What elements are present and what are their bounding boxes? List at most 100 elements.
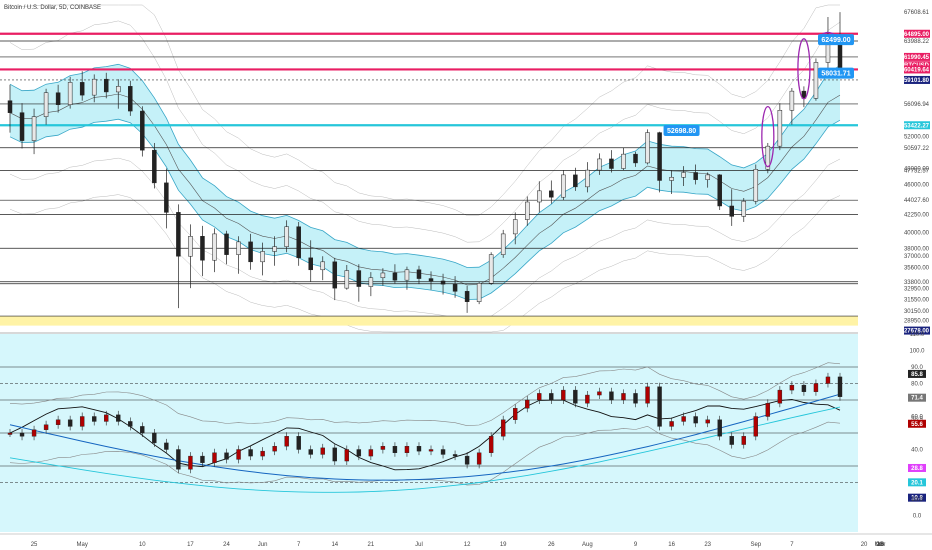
price-tick-label: 50597.22 (904, 146, 930, 152)
price-candle (813, 62, 819, 99)
price-tick-label: 38000.00 (904, 246, 930, 252)
oscillator-candle (43, 424, 49, 430)
oscillator-candle (609, 391, 614, 401)
oscillator-candle (248, 449, 253, 457)
oscillator-candle (645, 386, 650, 404)
oscillator-candle (801, 384, 807, 392)
chart-title: Bitcoin / U.S. Dollar, 5D, COINBASE (4, 5, 101, 11)
osc-tag-label: 85.8 (911, 372, 923, 378)
price-candle (284, 226, 289, 247)
osc-tag-label: 28.8 (911, 466, 923, 472)
price-candle (512, 219, 518, 235)
price-tick-label: 35600.00 (904, 265, 930, 271)
time-tick-label: Nov (875, 542, 886, 548)
price-candle (116, 86, 121, 93)
time-tick-label: May (77, 542, 88, 548)
oscillator-candle (452, 454, 458, 457)
oscillator-candle (92, 416, 97, 422)
oscillator-candle (164, 442, 169, 450)
price-candle (260, 251, 265, 263)
oscillator-candle (813, 383, 819, 392)
price-candle (152, 149, 157, 184)
price-tick-label: 40000.00 (904, 230, 930, 236)
price-candle (103, 78, 109, 93)
time-tick-label: 23 (704, 542, 711, 548)
time-tick-label: 25 (31, 542, 38, 548)
price-tag-label: 61990.45 (904, 55, 930, 61)
price-candle (729, 205, 734, 217)
price-candle (7, 100, 13, 113)
oscillator-candle (152, 432, 157, 444)
time-tick-label: Sep (750, 542, 761, 548)
oscillator-candle (200, 455, 205, 463)
price-candle (79, 82, 85, 96)
oscillator-candle (344, 449, 350, 462)
callout-label: 62499.00 (821, 37, 850, 44)
oscillator-candle (525, 399, 530, 409)
price-candle (55, 92, 61, 105)
price-tag-label: 60419.64 (904, 67, 930, 73)
osc-tick-label: 40.0 (911, 448, 923, 454)
price-candle (789, 90, 795, 111)
chart-area[interactable]: 52698.80 62499.00 58031.71 67608.61 64895.0… (0, 0, 932, 550)
price-candle (43, 92, 49, 117)
oscillator-candle (55, 419, 61, 425)
callout-label: 52698.80 (667, 128, 696, 135)
oscillator-candle (633, 393, 638, 404)
price-candle (320, 261, 326, 271)
price-candle (561, 174, 566, 198)
price-tick-label: 37000.00 (904, 254, 930, 260)
callout-label: 58031.71 (821, 71, 850, 78)
oscillator-candle (260, 450, 265, 457)
time-tick-label: 26 (548, 542, 555, 548)
osc-tag-label: 71.4 (911, 396, 923, 402)
price-candle (621, 153, 626, 169)
price-candle (488, 254, 494, 284)
price-tick-label: 42250.00 (904, 212, 930, 218)
price-candle (452, 283, 458, 292)
oscillator-candle (777, 389, 783, 404)
oscillator-candle (224, 452, 229, 460)
price-candle (212, 233, 217, 261)
oscillator-candle (488, 436, 494, 453)
oscillator-candle (837, 376, 843, 397)
price-tag-label: 53422.27 (904, 123, 930, 129)
oscillator-candle (561, 389, 566, 401)
price-tick-label: 52000.00 (904, 135, 930, 141)
oscillator-candle (284, 436, 289, 447)
price-tick-label: 47752.57 (904, 168, 930, 174)
oscillator-candle (741, 436, 746, 445)
price-candle (705, 174, 710, 180)
oscillator-candle (128, 421, 133, 427)
oscillator-candle (464, 455, 470, 465)
price-candle (597, 158, 602, 171)
price-candle (224, 233, 229, 255)
price-tick-label: 63988.22 (904, 39, 930, 45)
oscillator-candle (104, 414, 109, 422)
price-candle (176, 212, 181, 257)
price-candle (404, 269, 410, 281)
oscillator-candle (404, 446, 410, 454)
oscillator-candle (320, 447, 325, 455)
price-tick-label: 44027.60 (904, 198, 930, 204)
price-tag-label: 64895.00 (904, 32, 930, 38)
price-candle (380, 272, 386, 279)
price-candle (188, 236, 193, 257)
price-candle (19, 112, 25, 141)
price-candle (633, 153, 638, 164)
oscillator-candle (392, 446, 398, 454)
oscillator-candle (537, 393, 542, 401)
oscillator-candle (79, 416, 85, 427)
oscillator-candle (416, 446, 422, 452)
price-candle (549, 190, 554, 198)
time-tick-label: 14 (331, 542, 338, 548)
osc-tick-label: 80.0 (911, 382, 923, 388)
price-candle (681, 172, 686, 178)
oscillator-candle (789, 384, 795, 391)
price-tick-label: 67608.61 (904, 10, 930, 16)
oscillator-candle (31, 429, 37, 437)
time-tick-label: 21 (368, 542, 375, 548)
oscillator-candle (7, 432, 13, 435)
oscillator-candle (296, 436, 301, 450)
price-tick-label: 31550.00 (904, 298, 930, 304)
